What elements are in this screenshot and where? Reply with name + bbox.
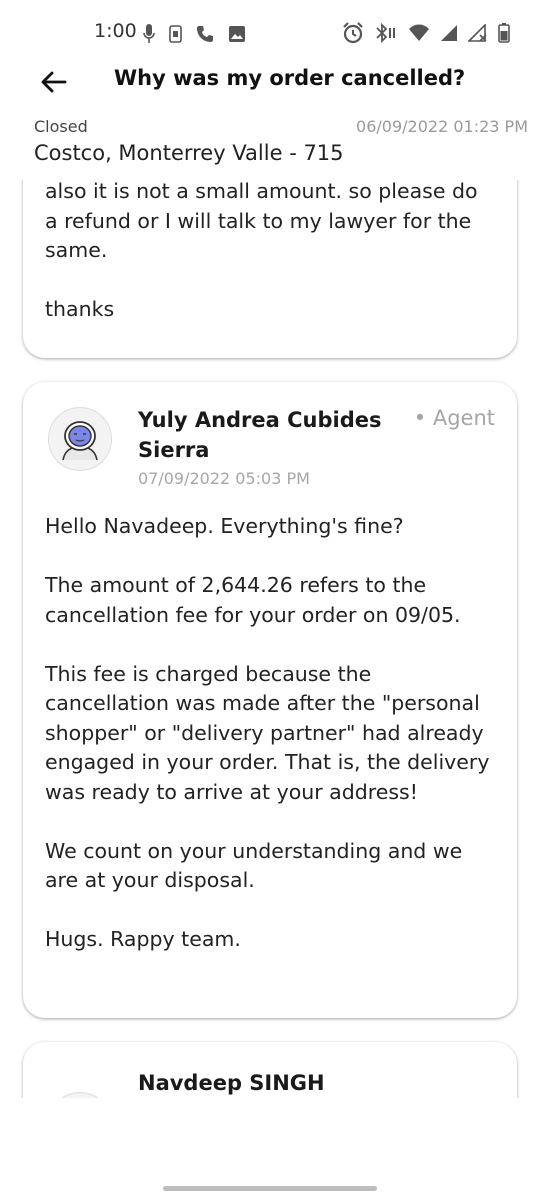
message-card: also it is not a small amount. so please…: [23, 180, 517, 358]
author-name: Yuly Andrea Cubides Sierra: [138, 408, 382, 462]
mic-icon: [143, 24, 155, 43]
conversation-scroll[interactable]: also it is not a small amount. so please…: [0, 180, 540, 1098]
author-name: Navdeep SINGH: [138, 1071, 325, 1095]
ticket-status: Closed: [34, 117, 88, 136]
author-role-badge: • Agent: [413, 406, 495, 430]
ticket-store: Costco, Monterrey Valle - 715: [34, 141, 344, 165]
arrow-left-icon: [41, 71, 67, 93]
gesture-nav-handle[interactable]: [163, 1186, 377, 1191]
status-right-icons: [342, 22, 510, 44]
status-left-icons: [143, 24, 246, 44]
bluetooth-icon: [376, 22, 395, 44]
battery-icon: [498, 23, 510, 43]
phone-icon: [197, 26, 213, 42]
app-header: Why was my order cancelled?: [0, 64, 540, 106]
ticket-info: Closed 06/09/2022 01:23 PM Costco, Monte…: [0, 108, 540, 180]
avatar: [48, 407, 112, 471]
agent-avatar-icon: [62, 421, 98, 461]
page-title: Why was my order cancelled?: [114, 66, 466, 90]
sim-icon: [169, 25, 182, 43]
avatar: [48, 1092, 112, 1098]
message-text: also it is not a small amount. so please…: [45, 180, 478, 321]
alarm-icon: [343, 22, 363, 44]
status-time: 1:00: [94, 20, 137, 42]
message-date: 07/09/2022 05:03 PM: [138, 469, 310, 488]
status-bar: 1:00: [0, 0, 540, 64]
image-icon: [229, 26, 245, 42]
message-card: Yuly Andrea Cubides Sierra • Agent 07/09…: [23, 382, 517, 1018]
signal-x-icon: [468, 24, 487, 42]
message-card: Navdeep SINGH: [23, 1042, 517, 1098]
ticket-date: 06/09/2022 01:23 PM: [356, 117, 528, 136]
signal-icon: [441, 25, 457, 41]
wifi-icon: [409, 24, 429, 41]
back-button[interactable]: [34, 64, 74, 100]
message-text: Hello Navadeep. Everything's fine? The a…: [45, 514, 490, 951]
